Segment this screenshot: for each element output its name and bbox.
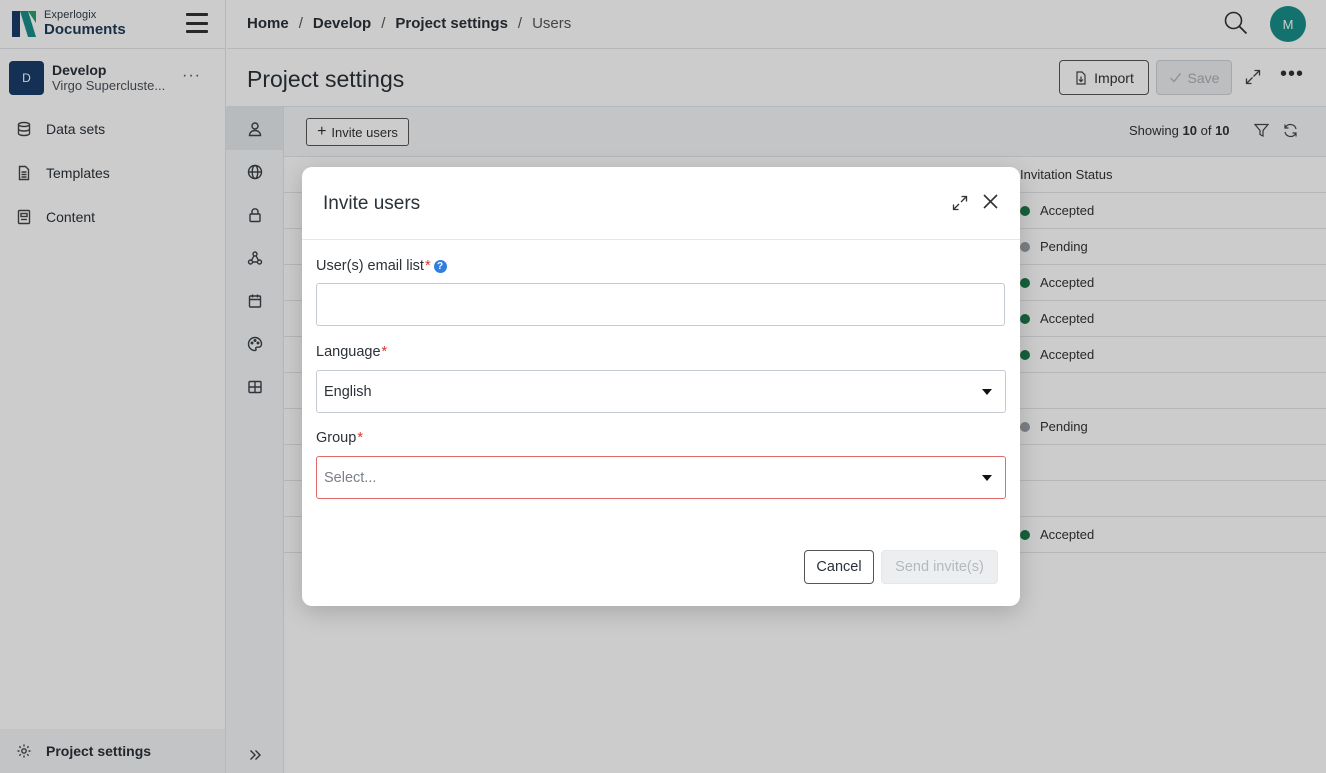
maximize-icon[interactable] — [952, 195, 968, 211]
language-label-text: Language — [316, 344, 381, 360]
group-select-placeholder: Select... — [324, 469, 377, 486]
dialog-divider — [302, 239, 1020, 240]
send-invites-button[interactable]: Send invite(s) — [881, 550, 998, 584]
dialog-title: Invite users — [323, 193, 421, 214]
cancel-button[interactable]: Cancel — [804, 550, 874, 584]
email-list-label-text: User(s) email list — [316, 258, 424, 274]
help-icon[interactable]: ? — [433, 259, 447, 273]
language-select[interactable]: English — [316, 370, 1006, 413]
group-select[interactable]: Select... — [316, 456, 1006, 499]
email-list-label: User(s) email list * ? — [316, 258, 447, 274]
chevron-down-icon — [982, 475, 992, 481]
chevron-down-icon — [982, 389, 992, 395]
required-marker: * — [424, 258, 431, 274]
required-marker: * — [381, 344, 388, 360]
language-select-value: English — [324, 383, 372, 400]
email-list-input[interactable] — [316, 283, 1005, 326]
required-marker: * — [357, 430, 363, 446]
group-label-text: Group — [316, 430, 357, 446]
language-label: Language * — [316, 344, 387, 360]
group-label: Group * — [316, 430, 363, 446]
close-icon[interactable] — [982, 193, 999, 210]
invite-users-dialog: Invite users User(s) email list * ? Lang… — [302, 167, 1020, 606]
